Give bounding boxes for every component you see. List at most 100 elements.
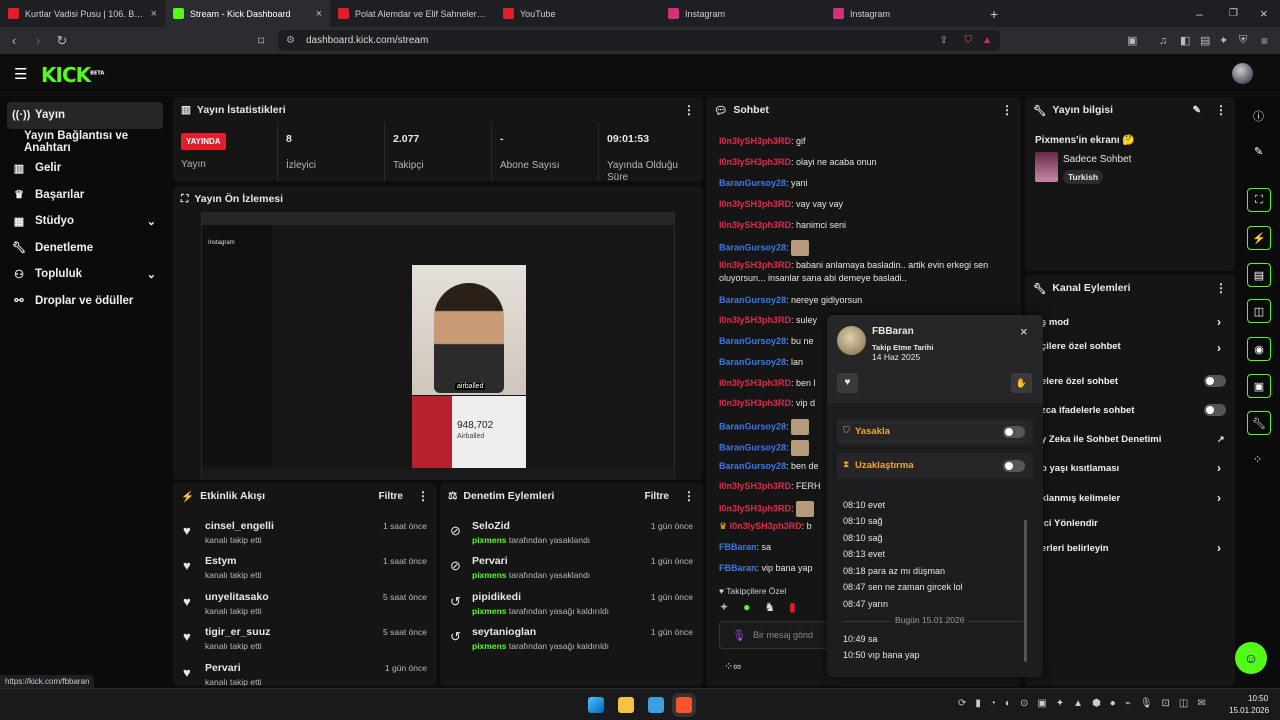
user-card-name[interactable]: FBBaran — [872, 326, 914, 337]
activity-user[interactable]: tigir_er_suuz — [205, 626, 270, 638]
close-window-icon[interactable]: × — [1260, 6, 1268, 21]
ban-toggle[interactable] — [1003, 426, 1025, 438]
more-options-icon[interactable]: ⋮ — [683, 490, 695, 502]
channel-action-item[interactable]: erleri belirleyin › — [1041, 541, 1221, 555]
minimize-window-icon[interactable]: – — [1196, 7, 1203, 21]
document-icon[interactable]: ▤ — [1247, 263, 1271, 287]
sidebar-toggle-icon[interactable]: ◧ — [1180, 34, 1190, 47]
moderator-name[interactable]: pixmens — [472, 570, 507, 580]
chat-username[interactable]: BaranGursoy28 — [719, 461, 786, 471]
emote-icon[interactable]: ▮ — [789, 600, 796, 616]
sidebar-item-basarilar[interactable]: ♛ Başarılar — [0, 182, 170, 209]
chat-username[interactable]: BaranGursoy28 — [719, 357, 786, 367]
chat-username[interactable]: l0n3lySH3ph3RD — [719, 260, 791, 270]
chat-username[interactable]: FBBaran — [719, 563, 757, 573]
avatar[interactable] — [1232, 63, 1253, 84]
chat-username[interactable]: FBBaran — [719, 542, 757, 552]
brave-shield-icon[interactable]: ⛉ — [965, 35, 973, 46]
browser-tab[interactable]: YouTube — [495, 0, 660, 27]
photos-icon[interactable] — [648, 697, 664, 713]
chat-username[interactable]: BaranGursoy28 — [719, 421, 786, 431]
browser-tab[interactable]: Instagram — [825, 0, 990, 27]
moderation-icon[interactable]: ▣ — [1247, 374, 1271, 398]
tray-icons[interactable]: ⟳▮◔◐⊙▣✦▲⬢●⌁🎙︎⊡◫✉ — [958, 698, 1215, 709]
emote-icon[interactable]: ♞ — [764, 600, 775, 616]
clock-time[interactable]: 10:50 — [1248, 694, 1268, 703]
brave-browser-icon[interactable] — [676, 697, 692, 713]
clock-date[interactable]: 15.01.2026 — [1229, 706, 1269, 715]
browser-tab[interactable]: Kurtlar Vadisi Pusu | 106. Bölüm | Yükse… — [0, 0, 165, 27]
add-widget-icon[interactable]: ⁘ — [1253, 453, 1262, 466]
history-scrollbar[interactable] — [1024, 520, 1027, 662]
more-options-icon[interactable]: ⋮ — [417, 490, 429, 502]
music-icon[interactable]: ♫ — [1159, 35, 1167, 47]
browser-tab[interactable]: Instagram — [660, 0, 825, 27]
forward-icon[interactable]: › — [26, 33, 50, 48]
moderation-user[interactable]: Pervari — [472, 555, 508, 567]
edit-icon[interactable]: ✎ — [1193, 105, 1201, 116]
more-options-icon[interactable]: ⋮ — [1001, 104, 1013, 116]
channel-action-item[interactable]: ici Yönlendir — [1041, 518, 1098, 529]
chat-username[interactable]: l0n3lySH3ph3RD — [719, 315, 791, 325]
moderation-user[interactable]: SeloZid — [472, 520, 510, 532]
moderation-user[interactable]: pipidikedi — [472, 591, 521, 603]
moderator-name[interactable]: pixmens — [472, 641, 507, 651]
close-icon[interactable]: × — [1020, 324, 1028, 339]
chat-username[interactable]: l0n3lySH3ph3RD — [719, 503, 791, 513]
mic-icon[interactable]: 🎙︎ — [732, 629, 746, 642]
preview-toggle-icon[interactable]: ⛶ — [1247, 188, 1271, 212]
chat-input[interactable]: 🎙︎ Bir mesaj gönd — [719, 621, 829, 649]
sidebar-item-studyo[interactable]: ▦ Stüdyo ⌄ — [0, 208, 170, 235]
more-options-icon[interactable]: ⋮ — [683, 104, 695, 116]
more-options-icon[interactable]: ⋮ — [1215, 282, 1227, 294]
activity-user[interactable]: cinsel_engelli — [205, 520, 274, 532]
moderation-user[interactable]: seytanioglan — [472, 626, 536, 638]
emote-icon[interactable]: ✦ — [719, 600, 729, 616]
kick-logo[interactable]: KICKBETA — [41, 63, 104, 87]
back-icon[interactable]: ‹ — [2, 33, 26, 48]
new-tab-icon[interactable]: + — [990, 6, 998, 22]
moderator-name[interactable]: pixmens — [472, 606, 507, 616]
wrench-icon[interactable]: 🔧︎ — [1247, 411, 1271, 435]
channel-action-item[interactable]: p yaşı kısıtlaması › — [1041, 461, 1221, 475]
chat-username[interactable]: l0n3lySH3ph3RD — [719, 136, 791, 146]
channel-action-item[interactable]: klanmış kelimeler › — [1041, 491, 1221, 505]
address-bar[interactable]: ⚙ dashboard.kick.com/stream ⇪ ⛉ ▲ — [278, 30, 1000, 51]
sidebar-item-denetleme[interactable]: 🔧︎ Denetleme — [0, 235, 170, 262]
chat-icon[interactable]: ◫ — [1247, 299, 1271, 323]
hamburger-menu-icon[interactable]: ☰ — [14, 65, 27, 83]
site-info-icon[interactable]: ⚙ — [286, 35, 295, 46]
channel-action-item[interactable]: ş mod › — [1041, 315, 1221, 329]
activity-user[interactable]: Pervari — [205, 662, 241, 674]
activity-user[interactable]: Estym — [205, 555, 237, 567]
chat-username[interactable]: l0n3lySH3ph3RD — [719, 398, 791, 408]
chat-username[interactable]: l0n3lySH3ph3RD — [719, 378, 791, 388]
toolbar-extension-icon[interactable]: ▣ — [1127, 34, 1137, 47]
channel-action-item[interactable]: çilere özel sohbet › — [1041, 341, 1221, 355]
chat-username[interactable]: l0n3lySH3ph3RD — [719, 481, 791, 491]
reload-icon[interactable]: ↻ — [50, 33, 74, 49]
more-options-icon[interactable]: ⋮ — [1215, 104, 1227, 116]
support-chat-button[interactable]: ☺ — [1235, 642, 1267, 674]
chat-username[interactable]: l0n3lySH3ph3RD — [719, 220, 791, 230]
browser-tab-active[interactable]: Stream - Kick Dashboard × — [165, 0, 330, 27]
chat-username[interactable]: BaranGursoy28 — [719, 178, 786, 188]
chat-username[interactable]: BaranGursoy28 — [719, 336, 786, 346]
sidebar-item-droplar[interactable]: ⚯ Droplar ve ödüller — [0, 288, 170, 315]
chat-username[interactable]: BaranGursoy28 — [719, 242, 786, 252]
wallet-icon[interactable]: ▤ — [1200, 34, 1210, 47]
moderator-name[interactable]: pixmens — [472, 535, 507, 545]
brave-rewards-icon[interactable]: ▲ — [982, 35, 992, 46]
toggle-switch[interactable] — [1204, 404, 1226, 416]
leo-ai-icon[interactable]: ✦ — [1219, 34, 1228, 47]
gift-button[interactable]: ✋ — [1011, 373, 1032, 393]
filter-button[interactable]: Filtre — [379, 491, 403, 502]
chat-username[interactable]: l0n3lySH3ph3RD — [730, 521, 802, 531]
info-icon[interactable]: ⓘ — [1253, 108, 1264, 124]
broadcast-icon[interactable]: ◉ — [1247, 337, 1271, 361]
chat-username[interactable]: BaranGursoy28 — [719, 295, 786, 305]
windows-start-icon[interactable] — [588, 697, 604, 713]
chat-settings-icon[interactable]: ⁘∞ — [724, 660, 741, 673]
close-tab-icon[interactable]: × — [151, 8, 157, 20]
browser-tab[interactable]: Polat Alemdar ve Elif Sahneleri (Part 1) — [330, 0, 495, 27]
